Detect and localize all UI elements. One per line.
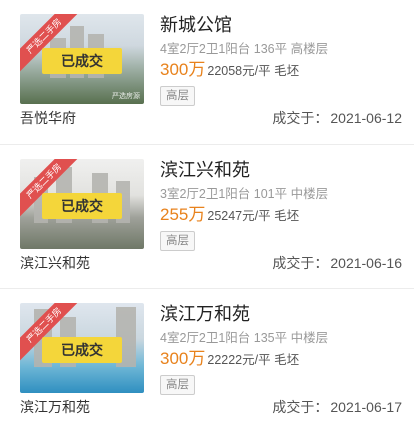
- listing-card[interactable]: 严选二手房 已成交 滨江万和苑 4室2厅2卫1阳台 135平 中楼层 300万 2…: [0, 288, 414, 433]
- unit-price: 22222元/平 毛坯: [207, 353, 300, 367]
- deal-date-value: 2021-06-16: [330, 255, 402, 271]
- deal-date-value: 2021-06-12: [330, 110, 402, 126]
- listing-card[interactable]: 严选二手房 已成交 严选房源 新城公馆 4室2厅2卫1阳台 136平 高楼层 3…: [0, 0, 414, 144]
- building-type-tag: 高层: [160, 86, 195, 106]
- price-row: 300万 22222元/平 毛坯: [160, 348, 410, 371]
- unit-price: 22058元/平 毛坯: [207, 64, 300, 78]
- deal-date-label: 成交于：: [272, 399, 329, 415]
- price-row: 255万 25247元/平 毛坯: [160, 204, 410, 227]
- building-type-tag: 高层: [160, 231, 195, 251]
- sold-badge: 已成交: [42, 193, 122, 219]
- listing-specs: 3室2厅2卫1阳台 101平 中楼层: [160, 187, 329, 201]
- listing-title[interactable]: 滨江万和苑: [160, 301, 410, 327]
- listing-title[interactable]: 新城公馆: [160, 12, 410, 38]
- deal-date: 成交于： 2021-06-12: [272, 108, 402, 128]
- photo-watermark: 严选房源: [112, 93, 140, 100]
- sold-badge: 已成交: [42, 337, 122, 363]
- sold-badge: 已成交: [42, 48, 122, 74]
- deal-date-value: 2021-06-17: [330, 399, 402, 415]
- listing-photo[interactable]: 严选二手房 已成交 严选房源: [20, 14, 144, 104]
- total-price: 300万: [160, 60, 206, 79]
- deal-date: 成交于： 2021-06-17: [272, 397, 402, 417]
- total-price: 300万: [160, 349, 206, 368]
- deal-date-label: 成交于：: [272, 110, 329, 126]
- community-name: 滨江万和苑: [20, 399, 90, 415]
- deal-date-label: 成交于：: [272, 255, 329, 271]
- deal-date: 成交于： 2021-06-16: [272, 253, 402, 273]
- listing-specs: 4室2厅2卫1阳台 136平 高楼层: [160, 42, 329, 56]
- building-type-tag: 高层: [160, 375, 195, 395]
- listing-list: 严选二手房 已成交 严选房源 新城公馆 4室2厅2卫1阳台 136平 高楼层 3…: [0, 0, 414, 432]
- total-price: 255万: [160, 205, 206, 224]
- price-row: 300万 22058元/平 毛坯: [160, 59, 410, 82]
- listing-info: 滨江万和苑 4室2厅2卫1阳台 135平 中楼层 300万 22222元/平 毛坯…: [160, 301, 410, 395]
- listing-card[interactable]: 严选二手房 已成交 滨江兴和苑 3室2厅2卫1阳台 101平 中楼层 255万 2…: [0, 144, 414, 289]
- listing-photo[interactable]: 严选二手房 已成交: [20, 303, 144, 393]
- listing-photo[interactable]: 严选二手房 已成交: [20, 159, 144, 249]
- listing-info: 新城公馆 4室2厅2卫1阳台 136平 高楼层 300万 22058元/平 毛坯 …: [160, 12, 410, 106]
- community-name: 滨江兴和苑: [20, 255, 90, 271]
- unit-price: 25247元/平 毛坯: [207, 209, 300, 223]
- listing-info: 滨江兴和苑 3室2厅2卫1阳台 101平 中楼层 255万 25247元/平 毛坯…: [160, 157, 410, 251]
- listing-title[interactable]: 滨江兴和苑: [160, 157, 410, 183]
- community-name: 吾悦华府: [20, 110, 76, 126]
- listing-specs: 4室2厅2卫1阳台 135平 中楼层: [160, 331, 329, 345]
